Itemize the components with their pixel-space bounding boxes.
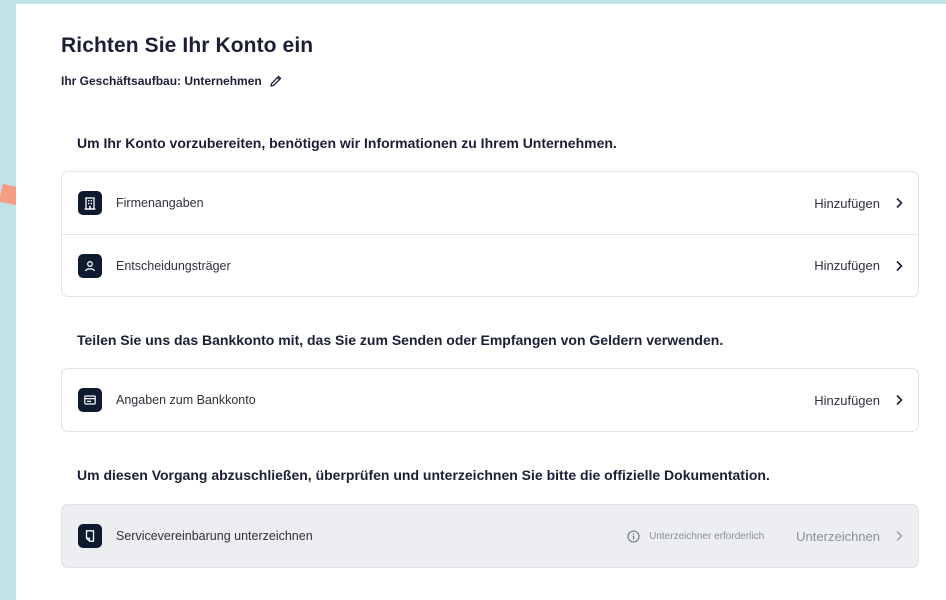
company-card: Firmenangaben Hinzufügen Entscheidungstr… [61,171,919,297]
pencil-icon[interactable] [269,74,283,88]
row-entscheidungstraeger[interactable]: Entscheidungsträger Hinzufügen [62,234,918,296]
chevron-right-icon [896,394,903,406]
section-heading-company: Um Ihr Konto vorzubereiten, benötigen wi… [77,135,617,151]
add-button[interactable]: Hinzufügen [814,196,880,211]
chevron-right-icon [896,260,903,271]
row-label: Angaben zum Bankkonto [116,393,256,407]
bank-card: Angaben zum Bankkonto Hinzufügen [61,368,919,432]
note-text: Unterzeichner erforderlich [649,530,765,542]
info-icon [627,529,640,543]
chevron-right-icon [896,197,903,209]
row-label: Firmenangaben [116,196,204,210]
documentation-card: Servicevereinbarung unterzeichnen Unterz… [61,504,919,568]
row-label: Entscheidungsträger [116,258,231,273]
building-icon [78,191,102,215]
row-label: Servicevereinbarung unterzeichnen [116,529,313,543]
chevron-right-icon [896,530,903,542]
section-heading-bank: Teilen Sie uns das Bankkonto mit, das Si… [77,332,724,348]
row-servicevereinbarung[interactable]: Servicevereinbarung unterzeichnen Unterz… [62,505,918,567]
row-bankkonto[interactable]: Angaben zum Bankkonto Hinzufügen [62,369,918,431]
signer-required-note: Unterzeichner erforderlich [627,529,765,543]
row-firmenangaben[interactable]: Firmenangaben Hinzufügen [62,172,918,234]
setup-panel: Richten Sie Ihr Konto ein Ihr Geschäftsa… [16,0,946,600]
bank-icon [78,388,102,412]
business-structure-label: Ihr Geschäftsaufbau: Unternehmen [61,74,262,88]
business-structure: Ihr Geschäftsaufbau: Unternehmen [61,74,283,88]
sign-button[interactable]: Unterzeichnen [796,529,880,544]
add-button[interactable]: Hinzufügen [814,258,880,273]
person-icon [78,253,102,278]
document-icon [78,524,102,548]
add-button[interactable]: Hinzufügen [814,393,880,408]
section-heading-documentation: Um diesen Vorgang abzuschließen, überprü… [77,467,770,483]
page-title: Richten Sie Ihr Konto ein [61,34,314,57]
